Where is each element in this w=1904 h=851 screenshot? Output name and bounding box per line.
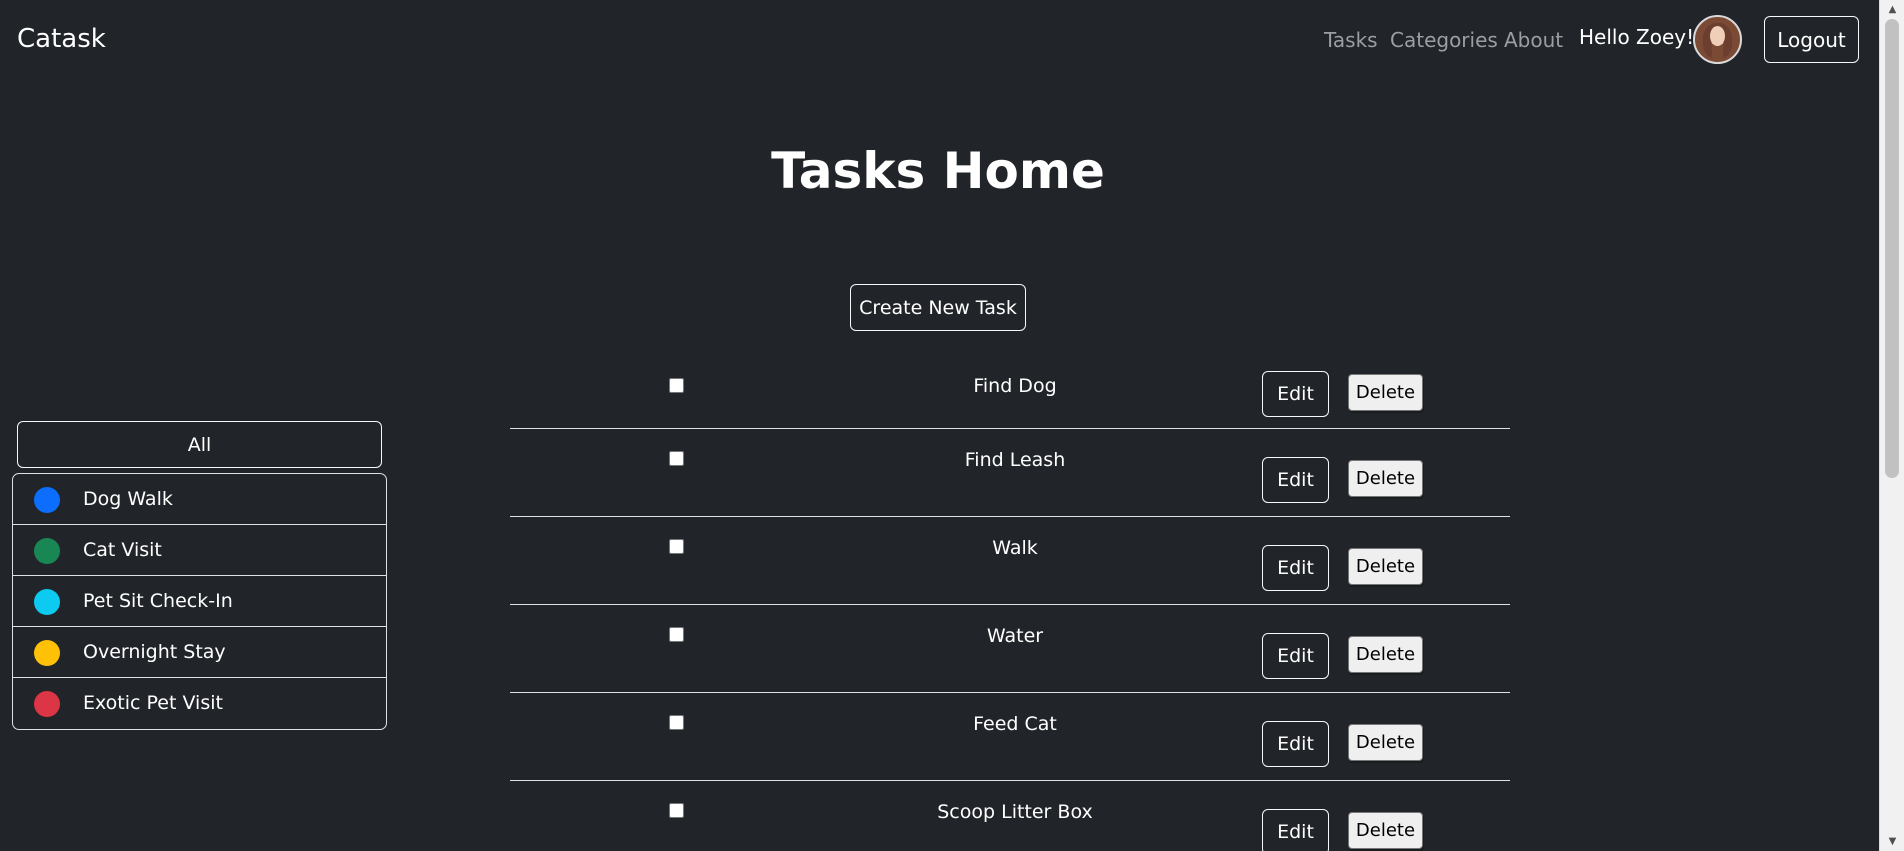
task-list: Find Dog Edit Delete Find Leash Edit Del… [510,360,1510,851]
task-checkbox[interactable] [669,378,684,393]
edit-task-button[interactable]: Edit [1262,721,1329,767]
edit-task-button[interactable]: Edit [1262,371,1329,417]
nav-link-tasks[interactable]: Tasks [1324,28,1378,52]
task-name: Scoop Litter Box [937,801,1093,823]
task-name: Walk [992,537,1038,559]
edit-task-button[interactable]: Edit [1262,809,1329,851]
task-row: Find Leash Edit Delete [510,429,1510,517]
category-label: Cat Visit [83,539,162,561]
task-name: Feed Cat [973,713,1057,735]
task-checkbox[interactable] [669,803,684,818]
delete-task-button[interactable]: Delete [1348,460,1423,497]
task-name: Find Leash [964,449,1066,471]
nav-link-about[interactable]: About [1504,28,1563,52]
edit-task-button[interactable]: Edit [1262,457,1329,503]
task-checkbox[interactable] [669,627,684,642]
create-new-task-button[interactable]: Create New Task [850,284,1026,331]
page-title: Tasks Home [771,142,1105,200]
task-checkbox[interactable] [669,451,684,466]
task-checkbox[interactable] [669,539,684,554]
scroll-up-arrow-icon[interactable]: ▲ [1880,1,1904,18]
page: Catask Tasks Categories About Hello Zoey… [0,0,1904,851]
all-categories-button[interactable]: All [17,421,382,468]
task-row: Walk Edit Delete [510,517,1510,605]
category-item-dog-walk[interactable]: Dog Walk [13,474,386,525]
delete-task-button[interactable]: Delete [1348,812,1423,849]
category-list: Dog Walk Cat Visit Pet Sit Check-In Over… [12,473,387,730]
delete-task-button[interactable]: Delete [1348,374,1423,411]
category-color-dot [34,691,60,717]
edit-task-button[interactable]: Edit [1262,545,1329,591]
logout-button[interactable]: Logout [1764,16,1859,63]
task-name: Water [986,625,1044,647]
category-color-dot [34,487,60,513]
nav-link-categories[interactable]: Categories [1390,28,1498,52]
edit-task-button[interactable]: Edit [1262,633,1329,679]
category-item-pet-sit-check-in[interactable]: Pet Sit Check-In [13,576,386,627]
user-greeting: Hello Zoey! [1579,25,1695,49]
brand-logo[interactable]: Catask [17,24,106,54]
category-label: Exotic Pet Visit [83,692,223,714]
scroll-down-arrow-icon[interactable]: ▼ [1880,833,1904,850]
category-label: Overnight Stay [83,641,226,663]
task-name: Find Dog [973,375,1057,397]
task-row: Feed Cat Edit Delete [510,693,1510,781]
task-row: Scoop Litter Box Edit Delete [510,781,1510,851]
category-item-cat-visit[interactable]: Cat Visit [13,525,386,576]
avatar-face [1710,26,1725,46]
avatar[interactable] [1693,15,1742,64]
delete-task-button[interactable]: Delete [1348,636,1423,673]
category-item-exotic-pet-visit[interactable]: Exotic Pet Visit [13,678,386,729]
category-item-overnight-stay[interactable]: Overnight Stay [13,627,386,678]
delete-task-button[interactable]: Delete [1348,724,1423,761]
category-color-dot [34,589,60,615]
category-label: Dog Walk [83,488,173,510]
category-color-dot [34,538,60,564]
vertical-scrollbar[interactable]: ▲ ▼ [1879,0,1904,851]
task-row: Water Edit Delete [510,605,1510,693]
task-row: Find Dog Edit Delete [510,360,1510,429]
scrollbar-thumb[interactable] [1885,19,1899,478]
category-label: Pet Sit Check-In [83,590,233,612]
category-color-dot [34,640,60,666]
task-checkbox[interactable] [669,715,684,730]
delete-task-button[interactable]: Delete [1348,548,1423,585]
